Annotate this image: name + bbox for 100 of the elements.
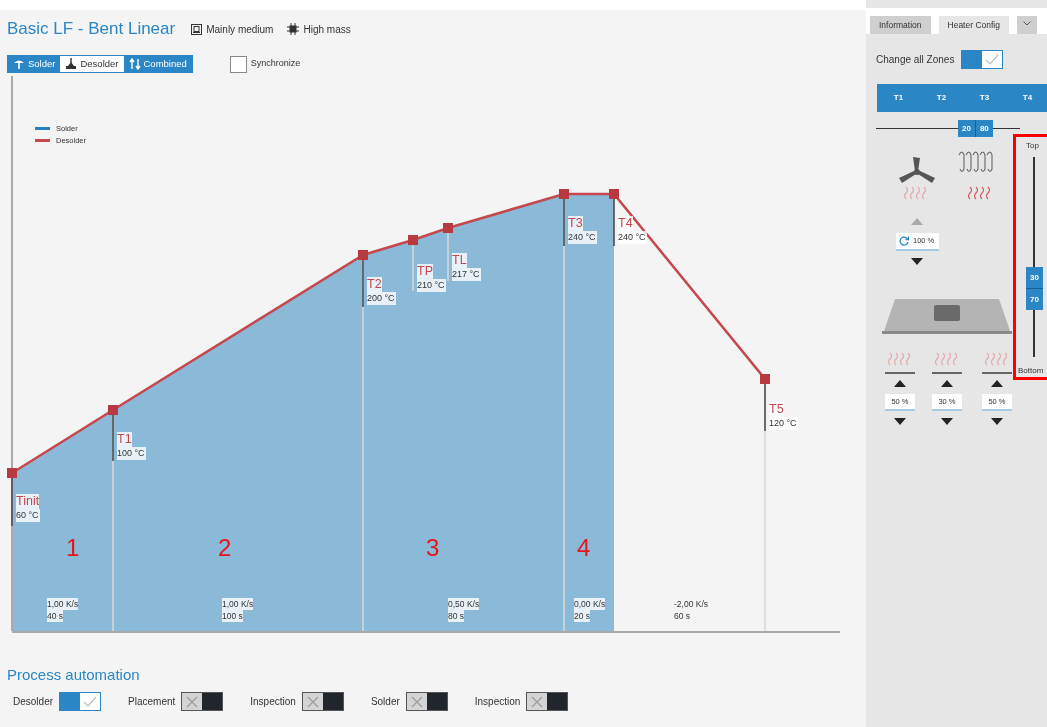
point-name: TL (452, 253, 467, 268)
decrease-button[interactable] (991, 418, 1003, 425)
increase-button[interactable] (941, 380, 953, 387)
zone-number: 4 (577, 535, 591, 561)
point-handle[interactable] (408, 235, 418, 245)
point-name: T4 (618, 216, 633, 231)
panel-tab[interactable]: Information (870, 16, 931, 34)
point-handle[interactable] (358, 250, 368, 260)
toggle-label: Inspection (474, 695, 521, 709)
mode-tab[interactable]: Desolder (60, 56, 124, 72)
heat-waves-icon (888, 352, 912, 367)
decrease-button[interactable] (911, 258, 923, 265)
rate-label: 0,00 K/s (574, 598, 606, 610)
point-handle[interactable] (760, 374, 770, 384)
increase-button[interactable] (894, 380, 906, 387)
checkbox-label: Synchronize (250, 57, 301, 71)
zone-number: 3 (426, 535, 440, 561)
cross-icon (306, 695, 319, 708)
rate-label: 1,00 K/s (47, 598, 79, 610)
triangle-down-icon (894, 418, 906, 425)
heat-waves-icon (904, 186, 928, 201)
toggle-switch[interactable] (961, 50, 1004, 69)
decrease-button[interactable] (941, 418, 953, 425)
toggle-switch[interactable] (59, 692, 102, 711)
zone-tab[interactable]: T4 (1006, 92, 1047, 104)
toggle-switch[interactable] (526, 692, 569, 711)
triangle-down-icon (941, 418, 953, 425)
combined-icon (128, 58, 141, 70)
zone-tab[interactable]: T2 (920, 92, 963, 104)
toggle-label: Change all Zones (876, 53, 955, 67)
triangle-up-icon (991, 380, 1003, 387)
duration-label: 40 s (47, 610, 64, 622)
point-temperature: 120 °C (769, 417, 798, 430)
check-icon (83, 696, 98, 707)
toggle-switch[interactable] (405, 692, 448, 711)
heat-waves-icon (985, 352, 1009, 367)
duration-label: 60 s (674, 610, 691, 622)
point-temperature: 100 °C (117, 447, 146, 460)
cross-icon (531, 695, 544, 708)
slider-value: 20 (958, 120, 976, 137)
slider-value: 30 (1026, 267, 1043, 289)
board-icon (191, 23, 203, 35)
panel-tab[interactable]: Heater Config (938, 16, 1009, 34)
point-temperature: 200 °C (367, 292, 396, 305)
point-handle[interactable] (609, 189, 619, 199)
page-title: Basic LF - Bent Linear (7, 18, 176, 41)
zone-number: 2 (218, 535, 232, 561)
triangle-up-icon (941, 380, 953, 387)
point-name: T5 (769, 402, 784, 417)
toggle-label: Inspection (250, 695, 296, 709)
solder-icon (13, 58, 25, 70)
chevron-down-icon (1023, 21, 1031, 26)
point-name: TP (417, 264, 433, 279)
refresh-icon (899, 236, 909, 246)
triangle-down-icon (991, 418, 1003, 425)
cross-icon (410, 695, 423, 708)
heat-waves-icon (968, 186, 992, 201)
point-name: T3 (568, 216, 583, 231)
rate-label: -2,00 K/s (674, 598, 709, 610)
toggle-switch[interactable] (301, 692, 344, 711)
decrease-button[interactable] (894, 418, 906, 425)
check-icon (985, 54, 1000, 65)
point-handle[interactable] (559, 189, 569, 199)
point-name: T1 (117, 432, 132, 447)
split-slider-thumb[interactable]: 20 80 (958, 120, 993, 137)
increase-button[interactable] (991, 380, 1003, 387)
toggle-label: Placement (128, 695, 176, 709)
triangle-down-icon (911, 258, 923, 265)
badge-label: Mainly medium (206, 22, 274, 37)
badge-label: High mass (303, 22, 351, 37)
point-name: T2 (367, 277, 382, 292)
zone-tab[interactable]: T1 (877, 92, 920, 104)
toggle-switch[interactable] (181, 692, 224, 711)
section-title: Process automation (7, 666, 141, 684)
point-handle[interactable] (7, 468, 17, 478)
point-temperature: 240 °C (618, 231, 647, 244)
duration-label: 100 s (222, 610, 243, 622)
vertical-slider-thumb[interactable]: 30 70 (1026, 267, 1043, 310)
point-temperature: 217 °C (452, 268, 481, 281)
triangle-up-icon (911, 218, 923, 225)
desolder-icon (65, 58, 78, 70)
rate-label: 0,50 K/s (448, 598, 480, 610)
slider-value: 70 (1026, 289, 1043, 310)
heat-waves-icon (935, 352, 959, 367)
zone-tab[interactable]: T3 (963, 92, 1006, 104)
point-handle[interactable] (108, 405, 118, 415)
point-handle[interactable] (443, 223, 453, 233)
checkbox[interactable] (229, 55, 247, 73)
toggle-label: Desolder (13, 695, 54, 709)
duration-label: 20 s (574, 610, 591, 622)
point-temperature: 240 °C (568, 231, 597, 244)
slider-label: Top (1026, 140, 1039, 152)
chip-icon (287, 23, 300, 35)
cross-icon (186, 695, 199, 708)
point-name: Tinit (16, 494, 40, 509)
point-temperature: 60 °C (16, 509, 40, 522)
point-temperature: 210 °C (417, 279, 446, 292)
toggle-label: Solder (370, 695, 400, 709)
slider-label: Bottom (1018, 365, 1044, 377)
rate-label: 1,00 K/s (222, 598, 254, 610)
